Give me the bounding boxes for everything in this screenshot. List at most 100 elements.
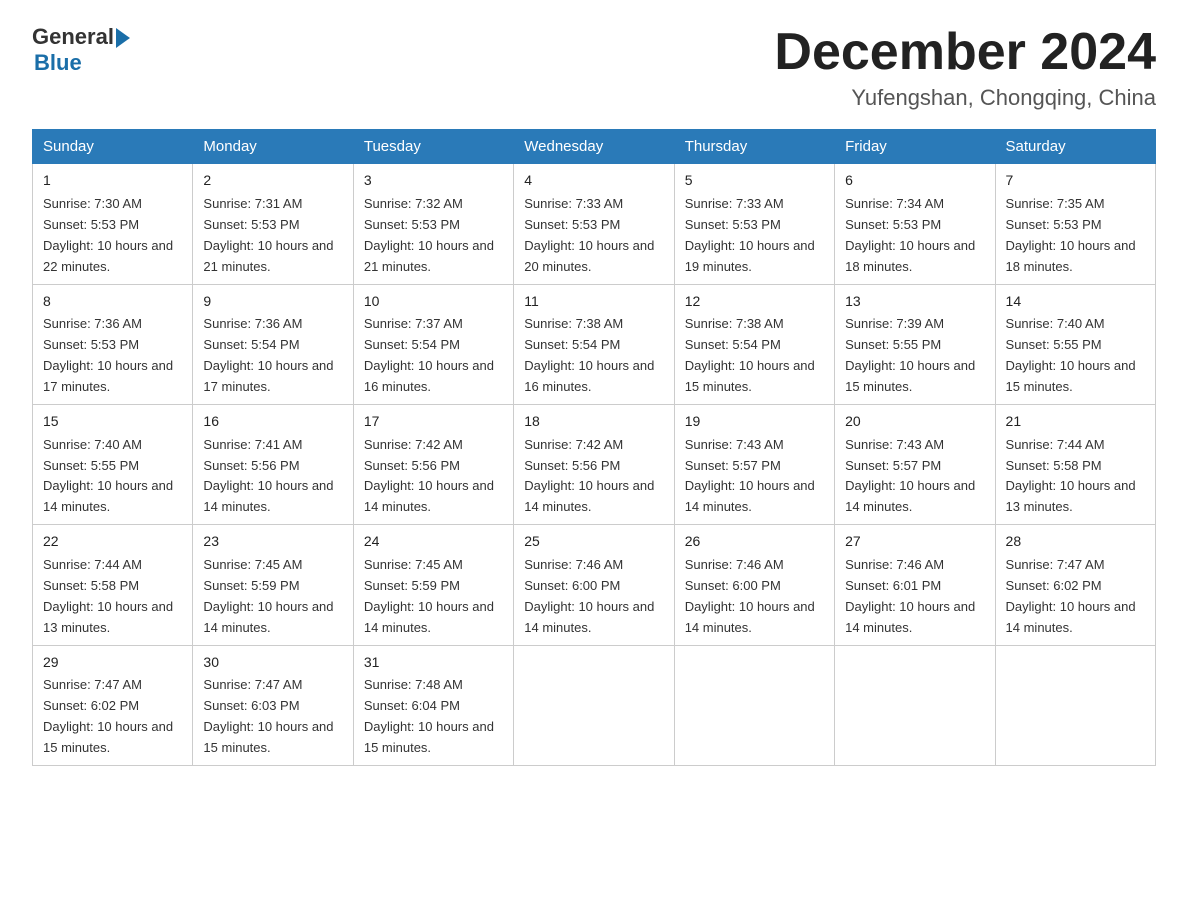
day-number: 20 <box>845 411 984 433</box>
header-friday: Friday <box>835 130 995 164</box>
day-number: 21 <box>1006 411 1145 433</box>
title-block: December 2024 Yufengshan, Chongqing, Chi… <box>774 24 1156 111</box>
day-number: 9 <box>203 291 342 313</box>
calendar-table: Sunday Monday Tuesday Wednesday Thursday… <box>32 129 1156 766</box>
day-info: Sunrise: 7:30 AMSunset: 5:53 PMDaylight:… <box>43 196 173 274</box>
day-info: Sunrise: 7:33 AMSunset: 5:53 PMDaylight:… <box>524 196 654 274</box>
day-number: 15 <box>43 411 182 433</box>
header-sunday: Sunday <box>33 130 193 164</box>
logo-blue-text: Blue <box>34 50 82 76</box>
table-row: 10 Sunrise: 7:37 AMSunset: 5:54 PMDaylig… <box>353 284 513 404</box>
day-number: 11 <box>524 291 663 313</box>
header-saturday: Saturday <box>995 130 1155 164</box>
day-number: 29 <box>43 652 182 674</box>
calendar-week-row: 1 Sunrise: 7:30 AMSunset: 5:53 PMDayligh… <box>33 164 1156 284</box>
day-number: 12 <box>685 291 824 313</box>
day-info: Sunrise: 7:38 AMSunset: 5:54 PMDaylight:… <box>524 316 654 394</box>
day-number: 31 <box>364 652 503 674</box>
day-number: 18 <box>524 411 663 433</box>
table-row: 12 Sunrise: 7:38 AMSunset: 5:54 PMDaylig… <box>674 284 834 404</box>
table-row: 17 Sunrise: 7:42 AMSunset: 5:56 PMDaylig… <box>353 404 513 524</box>
table-row: 5 Sunrise: 7:33 AMSunset: 5:53 PMDayligh… <box>674 164 834 284</box>
table-row: 26 Sunrise: 7:46 AMSunset: 6:00 PMDaylig… <box>674 525 834 645</box>
table-row: 31 Sunrise: 7:48 AMSunset: 6:04 PMDaylig… <box>353 645 513 765</box>
table-row: 18 Sunrise: 7:42 AMSunset: 5:56 PMDaylig… <box>514 404 674 524</box>
table-row: 23 Sunrise: 7:45 AMSunset: 5:59 PMDaylig… <box>193 525 353 645</box>
day-number: 6 <box>845 170 984 192</box>
day-info: Sunrise: 7:47 AMSunset: 6:03 PMDaylight:… <box>203 677 333 755</box>
day-number: 30 <box>203 652 342 674</box>
day-info: Sunrise: 7:44 AMSunset: 5:58 PMDaylight:… <box>1006 437 1136 515</box>
day-info: Sunrise: 7:47 AMSunset: 6:02 PMDaylight:… <box>43 677 173 755</box>
day-info: Sunrise: 7:31 AMSunset: 5:53 PMDaylight:… <box>203 196 333 274</box>
day-info: Sunrise: 7:42 AMSunset: 5:56 PMDaylight:… <box>524 437 654 515</box>
logo-arrow-icon <box>116 28 130 48</box>
day-info: Sunrise: 7:36 AMSunset: 5:54 PMDaylight:… <box>203 316 333 394</box>
day-info: Sunrise: 7:34 AMSunset: 5:53 PMDaylight:… <box>845 196 975 274</box>
table-row: 22 Sunrise: 7:44 AMSunset: 5:58 PMDaylig… <box>33 525 193 645</box>
day-info: Sunrise: 7:36 AMSunset: 5:53 PMDaylight:… <box>43 316 173 394</box>
table-row: 28 Sunrise: 7:47 AMSunset: 6:02 PMDaylig… <box>995 525 1155 645</box>
day-info: Sunrise: 7:37 AMSunset: 5:54 PMDaylight:… <box>364 316 494 394</box>
table-row: 8 Sunrise: 7:36 AMSunset: 5:53 PMDayligh… <box>33 284 193 404</box>
calendar-title: December 2024 <box>774 24 1156 81</box>
table-row: 27 Sunrise: 7:46 AMSunset: 6:01 PMDaylig… <box>835 525 995 645</box>
day-number: 4 <box>524 170 663 192</box>
day-number: 13 <box>845 291 984 313</box>
day-number: 3 <box>364 170 503 192</box>
day-number: 14 <box>1006 291 1145 313</box>
day-info: Sunrise: 7:32 AMSunset: 5:53 PMDaylight:… <box>364 196 494 274</box>
header-wednesday: Wednesday <box>514 130 674 164</box>
calendar-week-row: 15 Sunrise: 7:40 AMSunset: 5:55 PMDaylig… <box>33 404 1156 524</box>
table-row: 21 Sunrise: 7:44 AMSunset: 5:58 PMDaylig… <box>995 404 1155 524</box>
day-number: 27 <box>845 531 984 553</box>
table-row: 7 Sunrise: 7:35 AMSunset: 5:53 PMDayligh… <box>995 164 1155 284</box>
logo: General Blue <box>32 24 130 76</box>
table-row: 6 Sunrise: 7:34 AMSunset: 5:53 PMDayligh… <box>835 164 995 284</box>
table-row: 16 Sunrise: 7:41 AMSunset: 5:56 PMDaylig… <box>193 404 353 524</box>
calendar-header-row: Sunday Monday Tuesday Wednesday Thursday… <box>33 130 1156 164</box>
table-row <box>514 645 674 765</box>
day-info: Sunrise: 7:45 AMSunset: 5:59 PMDaylight:… <box>364 557 494 635</box>
day-number: 5 <box>685 170 824 192</box>
table-row: 25 Sunrise: 7:46 AMSunset: 6:00 PMDaylig… <box>514 525 674 645</box>
calendar-week-row: 8 Sunrise: 7:36 AMSunset: 5:53 PMDayligh… <box>33 284 1156 404</box>
table-row: 29 Sunrise: 7:47 AMSunset: 6:02 PMDaylig… <box>33 645 193 765</box>
day-info: Sunrise: 7:45 AMSunset: 5:59 PMDaylight:… <box>203 557 333 635</box>
calendar-week-row: 29 Sunrise: 7:47 AMSunset: 6:02 PMDaylig… <box>33 645 1156 765</box>
day-number: 22 <box>43 531 182 553</box>
table-row: 15 Sunrise: 7:40 AMSunset: 5:55 PMDaylig… <box>33 404 193 524</box>
day-info: Sunrise: 7:35 AMSunset: 5:53 PMDaylight:… <box>1006 196 1136 274</box>
table-row: 2 Sunrise: 7:31 AMSunset: 5:53 PMDayligh… <box>193 164 353 284</box>
day-info: Sunrise: 7:33 AMSunset: 5:53 PMDaylight:… <box>685 196 815 274</box>
table-row: 24 Sunrise: 7:45 AMSunset: 5:59 PMDaylig… <box>353 525 513 645</box>
day-number: 16 <box>203 411 342 433</box>
day-info: Sunrise: 7:44 AMSunset: 5:58 PMDaylight:… <box>43 557 173 635</box>
day-number: 7 <box>1006 170 1145 192</box>
header-monday: Monday <box>193 130 353 164</box>
day-info: Sunrise: 7:38 AMSunset: 5:54 PMDaylight:… <box>685 316 815 394</box>
header-thursday: Thursday <box>674 130 834 164</box>
calendar-subtitle: Yufengshan, Chongqing, China <box>774 85 1156 111</box>
day-info: Sunrise: 7:39 AMSunset: 5:55 PMDaylight:… <box>845 316 975 394</box>
day-number: 17 <box>364 411 503 433</box>
calendar-week-row: 22 Sunrise: 7:44 AMSunset: 5:58 PMDaylig… <box>33 525 1156 645</box>
table-row <box>674 645 834 765</box>
day-info: Sunrise: 7:46 AMSunset: 6:00 PMDaylight:… <box>524 557 654 635</box>
day-info: Sunrise: 7:46 AMSunset: 6:00 PMDaylight:… <box>685 557 815 635</box>
table-row: 30 Sunrise: 7:47 AMSunset: 6:03 PMDaylig… <box>193 645 353 765</box>
day-info: Sunrise: 7:41 AMSunset: 5:56 PMDaylight:… <box>203 437 333 515</box>
table-row <box>835 645 995 765</box>
table-row: 19 Sunrise: 7:43 AMSunset: 5:57 PMDaylig… <box>674 404 834 524</box>
day-number: 26 <box>685 531 824 553</box>
table-row: 11 Sunrise: 7:38 AMSunset: 5:54 PMDaylig… <box>514 284 674 404</box>
day-number: 28 <box>1006 531 1145 553</box>
logo-general-text: General <box>32 24 114 50</box>
day-info: Sunrise: 7:48 AMSunset: 6:04 PMDaylight:… <box>364 677 494 755</box>
day-info: Sunrise: 7:43 AMSunset: 5:57 PMDaylight:… <box>845 437 975 515</box>
day-info: Sunrise: 7:47 AMSunset: 6:02 PMDaylight:… <box>1006 557 1136 635</box>
table-row: 1 Sunrise: 7:30 AMSunset: 5:53 PMDayligh… <box>33 164 193 284</box>
day-info: Sunrise: 7:40 AMSunset: 5:55 PMDaylight:… <box>1006 316 1136 394</box>
table-row: 14 Sunrise: 7:40 AMSunset: 5:55 PMDaylig… <box>995 284 1155 404</box>
day-number: 1 <box>43 170 182 192</box>
